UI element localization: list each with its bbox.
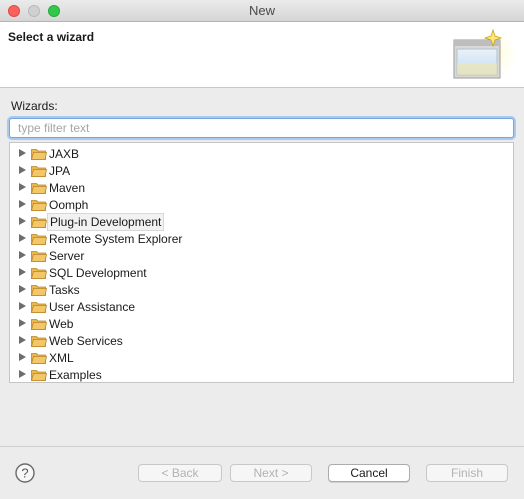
folder-icon [31, 336, 47, 347]
tree-item-label: JAXB [49, 147, 80, 161]
button-separator [0, 446, 524, 447]
tree-item[interactable]: Examples [10, 366, 513, 383]
tree-item-label: Tasks [49, 283, 80, 297]
folder-icon [31, 217, 47, 228]
tree-item[interactable]: Oomph [10, 196, 513, 213]
tree-item-label: Web Services [49, 334, 123, 348]
expand-arrow-icon[interactable] [19, 302, 26, 310]
tree-item[interactable]: Tasks [10, 281, 513, 298]
expand-arrow-icon[interactable] [19, 319, 26, 327]
expand-arrow-icon[interactable] [19, 166, 26, 174]
tree-item-label: Plug-in Development [47, 213, 165, 231]
tree-item-label: XML [49, 351, 74, 365]
expand-arrow-icon[interactable] [19, 370, 26, 378]
expand-arrow-icon[interactable] [19, 149, 26, 157]
finish-button[interactable]: Finish [426, 464, 508, 482]
next-button[interactable]: Next > [230, 464, 312, 482]
tree-item-label: SQL Development [49, 266, 147, 280]
folder-icon [31, 166, 47, 177]
tree-item[interactable]: Server [10, 247, 513, 264]
expand-arrow-icon[interactable] [19, 200, 26, 208]
folder-icon [31, 319, 47, 330]
expand-arrow-icon[interactable] [19, 217, 26, 225]
expand-arrow-icon[interactable] [19, 285, 26, 293]
folder-icon [31, 268, 47, 279]
tree-item[interactable]: Web Services [10, 332, 513, 349]
folder-icon [31, 370, 47, 381]
tree-item-label: Maven [49, 181, 86, 195]
page-title: Select a wizard [8, 30, 95, 44]
folder-icon [31, 183, 47, 194]
folder-icon [31, 302, 47, 313]
tree-item[interactable]: SQL Development [10, 264, 513, 281]
wizard-tree[interactable]: JAXB JPA Maven Oomph Plug-in Development Remo… [9, 142, 514, 383]
tree-item[interactable]: User Assistance [10, 298, 513, 315]
tree-item[interactable]: Plug-in Development [10, 213, 513, 231]
tree-item-label: User Assistance [49, 300, 136, 314]
tree-item[interactable]: Web [10, 315, 513, 332]
tree-item-label: Examples [49, 368, 102, 382]
wizard-banner: Select a wizard [0, 22, 524, 88]
wizard-banner-icon [453, 28, 516, 82]
window-title: New [248, 3, 275, 18]
expand-arrow-icon[interactable] [19, 268, 26, 276]
tree-item-label: Server [49, 249, 85, 263]
expand-arrow-icon[interactable] [19, 353, 26, 361]
wizards-label: Wizards: [11, 99, 58, 113]
filter-input[interactable] [9, 118, 514, 138]
svg-text:?: ? [21, 466, 28, 481]
tree-item-label: JPA [49, 164, 71, 178]
expand-arrow-icon[interactable] [19, 336, 26, 344]
folder-icon [31, 234, 47, 245]
expand-arrow-icon[interactable] [19, 183, 26, 191]
expand-arrow-icon[interactable] [19, 234, 26, 242]
tree-item[interactable]: JPA [10, 162, 513, 179]
tree-item-label: Oomph [49, 198, 89, 212]
tree-item-label: Web [49, 317, 74, 331]
tree-item[interactable]: Maven [10, 179, 513, 196]
folder-icon [31, 353, 47, 364]
new-wizard-dialog: New Select a wizard Wizards: JA [0, 0, 524, 499]
help-icon[interactable]: ? [15, 463, 35, 483]
folder-icon [31, 251, 47, 262]
tree-item[interactable]: Remote System Explorer [10, 230, 513, 247]
title-bar[interactable]: New [0, 0, 524, 22]
tree-item[interactable]: JAXB [10, 145, 513, 162]
folder-icon [31, 200, 47, 211]
tree-item[interactable]: XML [10, 349, 513, 366]
cancel-button[interactable]: Cancel [328, 464, 410, 482]
back-button[interactable]: < Back [138, 464, 222, 482]
folder-icon [31, 285, 47, 296]
expand-arrow-icon[interactable] [19, 251, 26, 259]
tree-item-label: Remote System Explorer [49, 232, 183, 246]
folder-icon [31, 149, 47, 160]
